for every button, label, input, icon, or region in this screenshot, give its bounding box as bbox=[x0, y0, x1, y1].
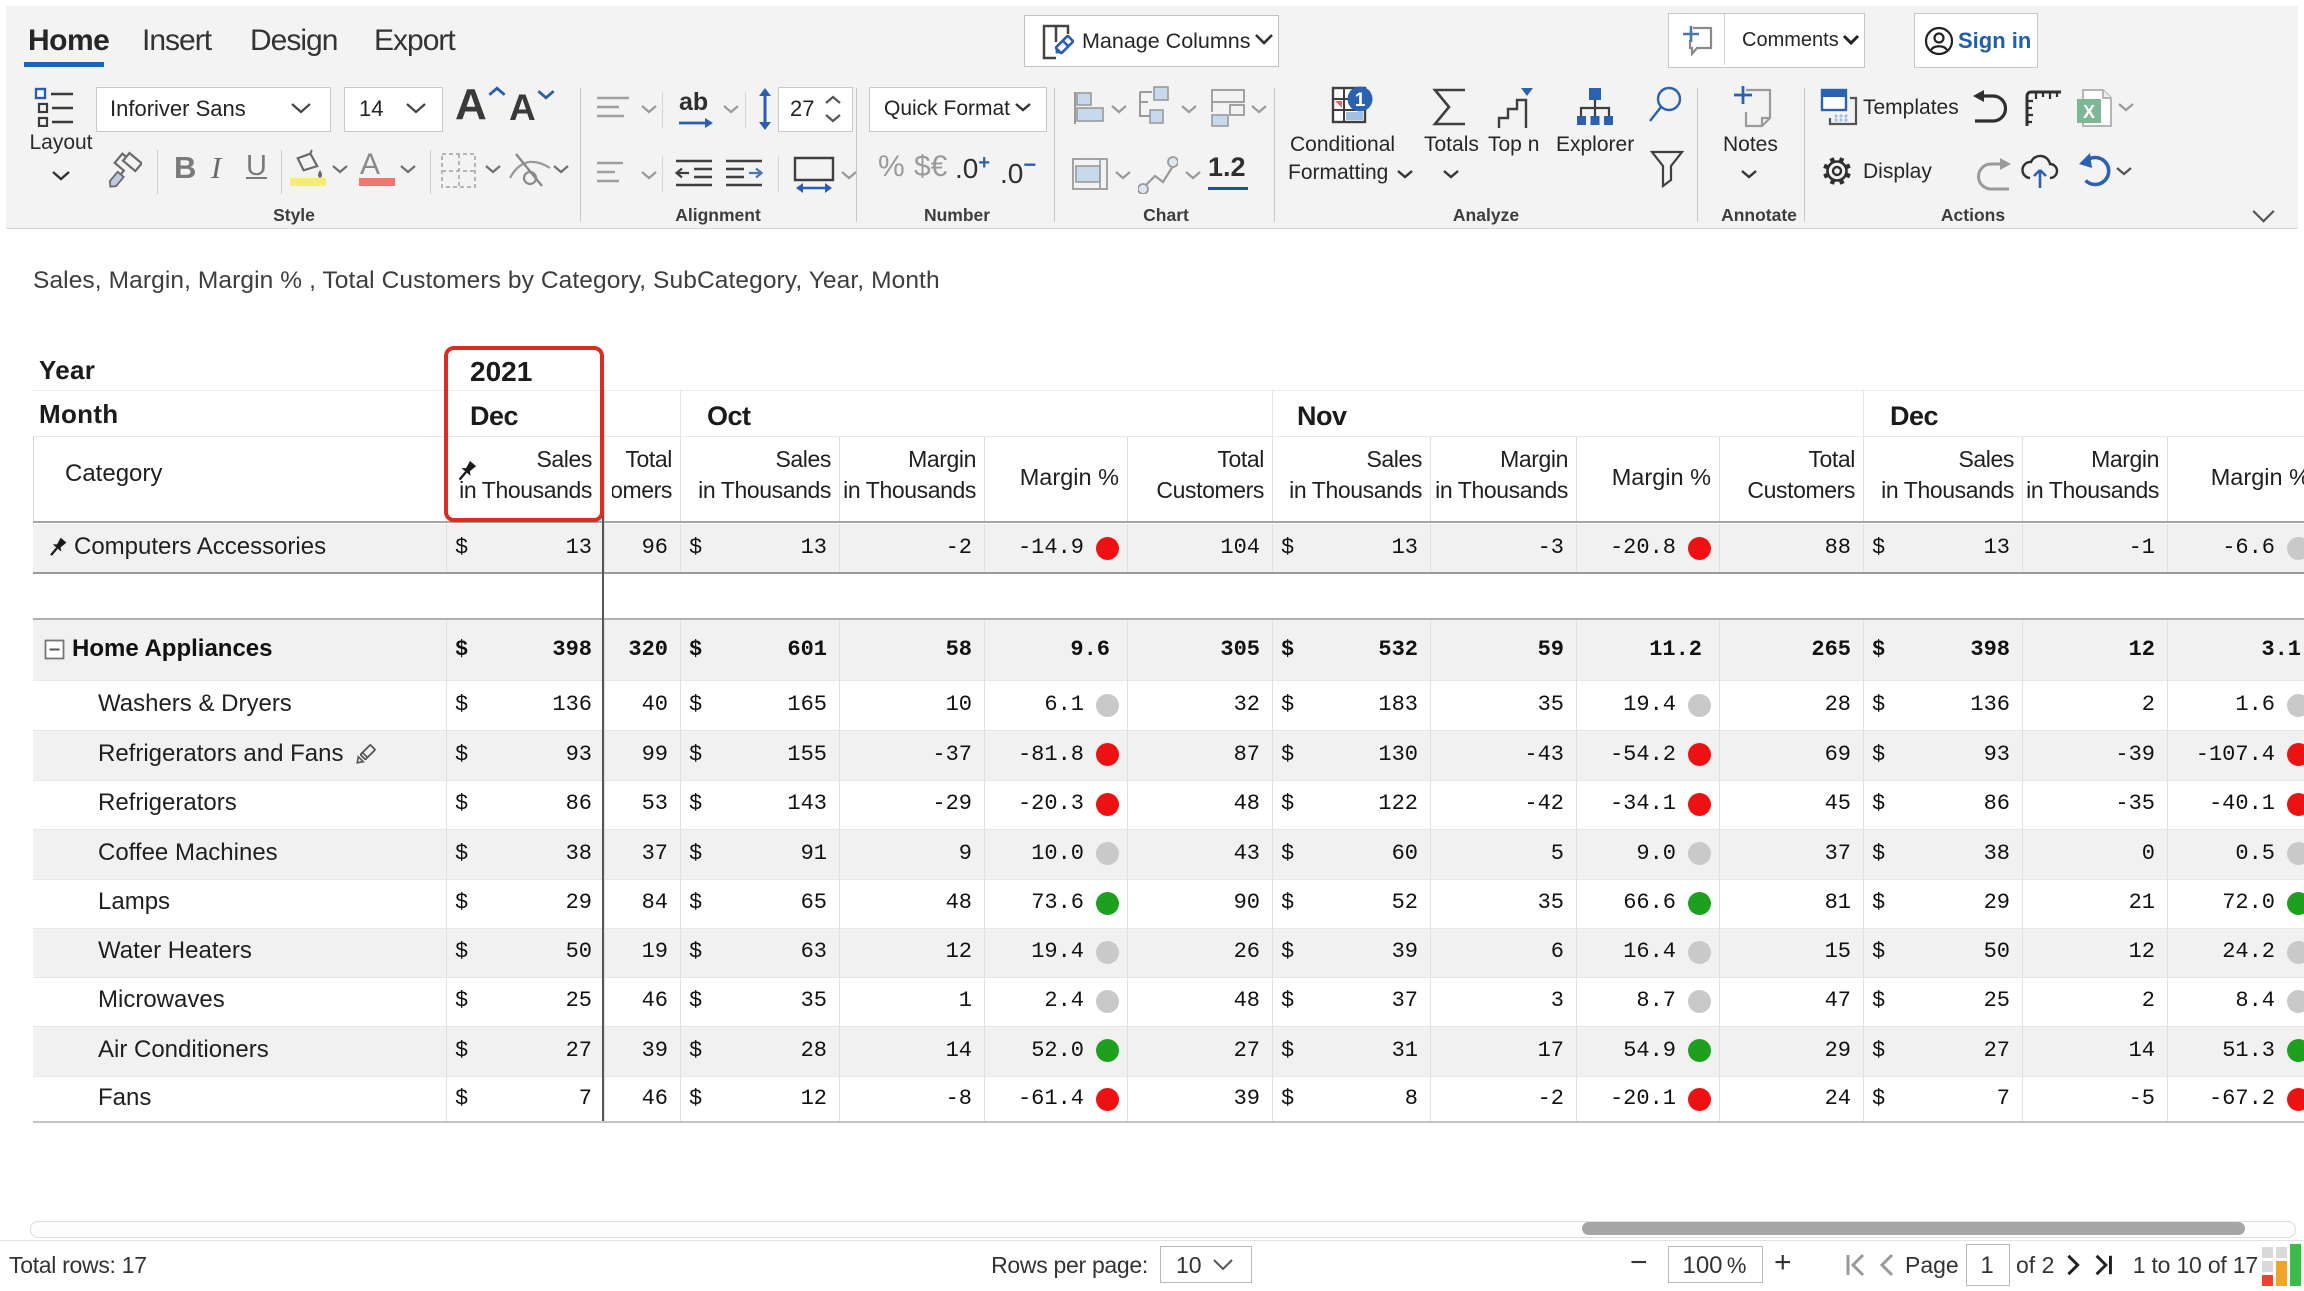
svg-text:X: X bbox=[2083, 102, 2095, 122]
svg-text:1: 1 bbox=[1355, 90, 1366, 111]
